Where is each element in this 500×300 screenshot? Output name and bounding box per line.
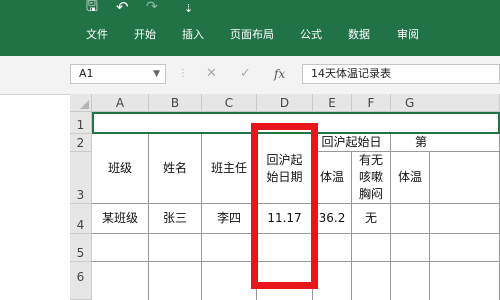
tab-home[interactable]: 开始 (134, 28, 156, 42)
row-header-5[interactable]: 5 (70, 234, 92, 262)
customize-toolbar-icon[interactable]: ⇣ (184, 2, 193, 20)
ribbon: 🖫 ↶ ↷ ⇣ 文件 开始 插入 页面布局 公式 数据 审阅 (0, 0, 500, 56)
cell-b2[interactable]: 姓名 (149, 134, 202, 204)
cell-c5[interactable] (202, 234, 257, 262)
select-all-button[interactable] (70, 94, 92, 112)
row-header-4[interactable]: 4 (70, 204, 92, 234)
name-box[interactable]: A1 ▼ (70, 64, 166, 84)
cell-e2[interactable]: 回沪起始日 (313, 134, 391, 152)
highlight-box (251, 123, 318, 289)
cell-h4[interactable] (430, 204, 500, 234)
cell-c6[interactable] (202, 262, 257, 300)
row-header-6[interactable]: 6 (70, 262, 92, 300)
cell-f3[interactable]: 有无咳嗽胸闷 (352, 152, 391, 204)
cell-f5[interactable] (352, 234, 391, 262)
column-header-a[interactable]: A (92, 94, 149, 112)
cell-h5[interactable] (430, 234, 500, 262)
tab-file[interactable]: 文件 (86, 28, 108, 42)
row-header-2[interactable]: 2 (70, 134, 92, 152)
cell-a5[interactable] (92, 234, 149, 262)
column-header-b[interactable]: B (149, 94, 202, 112)
cell-h6[interactable] (430, 262, 500, 300)
name-box-value: A1 (79, 67, 94, 80)
tab-page-layout[interactable]: 页面布局 (230, 28, 274, 42)
cancel-icon[interactable]: ✕ (206, 65, 217, 83)
cell-a6[interactable] (92, 262, 149, 300)
formula-bar: A1 ▼ ⋮ ✕ ✓ fx 14天体温记录表 (0, 56, 500, 95)
cell-f6[interactable] (352, 262, 391, 300)
cell-g4[interactable] (391, 204, 430, 234)
cell-c4[interactable]: 李四 (202, 204, 257, 234)
tab-formulas[interactable]: 公式 (300, 28, 322, 42)
cell-g2[interactable]: 第 (391, 134, 500, 152)
column-header-g[interactable]: G (391, 94, 500, 112)
function-icon[interactable]: fx (274, 65, 285, 83)
tab-data[interactable]: 数据 (348, 28, 370, 42)
cell-e6[interactable] (313, 262, 352, 300)
row-header-1[interactable]: 1 (70, 112, 92, 134)
column-header-f[interactable]: F (352, 94, 391, 112)
cell-g5[interactable] (391, 234, 430, 262)
undo-icon[interactable]: ↶ (116, 0, 129, 18)
cell-g3[interactable]: 体温 (391, 152, 430, 204)
cell-f4[interactable]: 无 (352, 204, 391, 234)
spreadsheet-grid: A B C D E F G 1 2 3 4 5 6 班级 姓名 班主任 回沪起始… (0, 94, 500, 300)
formula-input[interactable]: 14天体温记录表 (302, 64, 500, 84)
enter-icon[interactable]: ✓ (240, 65, 251, 83)
cell-g6[interactable] (391, 262, 430, 300)
cell-a2[interactable]: 班级 (92, 134, 149, 204)
cell-h3[interactable] (430, 152, 500, 204)
column-header-c[interactable]: C (202, 94, 257, 112)
chevron-down-icon[interactable]: ▼ (153, 65, 160, 83)
formula-bar-divider: ⋮ (178, 68, 188, 79)
column-header-d[interactable]: D (257, 94, 313, 112)
column-header-e[interactable]: E (313, 94, 352, 112)
cell-b6[interactable] (149, 262, 202, 300)
cell-a4[interactable]: 某班级 (92, 204, 149, 234)
save-icon[interactable]: 🖫 (86, 0, 98, 18)
cell-b5[interactable] (149, 234, 202, 262)
tab-insert[interactable]: 插入 (182, 28, 204, 42)
cell-c2[interactable]: 班主任 (202, 134, 257, 204)
cell-e4[interactable]: 36.2 (313, 204, 352, 234)
cell-b4[interactable]: 张三 (149, 204, 202, 234)
cell-e3[interactable]: 体温 (313, 152, 352, 204)
tab-review[interactable]: 审阅 (397, 28, 419, 42)
redo-icon[interactable]: ↷ (146, 0, 158, 18)
cell-e5[interactable] (313, 234, 352, 262)
row-header-3[interactable]: 3 (70, 152, 92, 204)
